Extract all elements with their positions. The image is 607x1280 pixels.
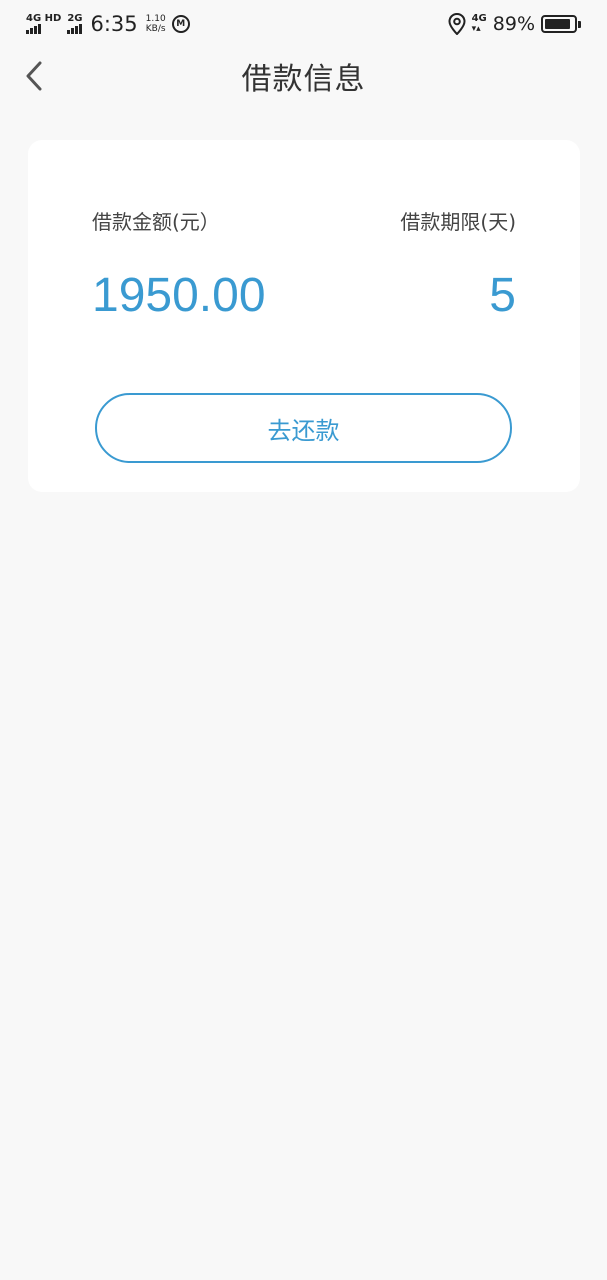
battery-icon — [541, 15, 581, 33]
network-speed: 1.10 KB/s — [146, 14, 166, 34]
page-title: 借款信息 — [241, 62, 366, 97]
speed-unit: KB/s — [145, 24, 166, 34]
loan-amount-label: 借款金额(元） — [92, 210, 220, 234]
location-icon — [448, 13, 466, 35]
nav-bar: 借款信息 — [0, 48, 607, 104]
loan-term-value: 5 — [489, 269, 516, 322]
chevron-left-icon — [26, 61, 42, 91]
signal-4g-icon: 4G HD — [26, 14, 61, 34]
speed-value: 1.10 — [145, 14, 166, 24]
loan-amount-value: 1950.00 — [92, 269, 266, 322]
status-right: 4G ▾▴ 89% — [448, 13, 581, 35]
network-type-1: 4G HD — [26, 13, 62, 24]
network-type-3: 4G — [471, 13, 487, 24]
battery-percent: 89% — [492, 13, 535, 35]
status-bar: 4G HD 2G 6:35 1.10 KB/s M 4G ▾▴ 89% — [0, 0, 607, 48]
app-notification-icon: M — [171, 15, 190, 33]
back-button[interactable] — [14, 56, 54, 96]
repay-button[interactable]: 去还款 — [95, 393, 512, 463]
loan-info-card: 借款金额(元） 借款期限(天) 1950.00 5 去还款 — [28, 140, 580, 492]
network-type-2: 2G — [67, 13, 83, 24]
clock: 6:35 — [90, 12, 138, 36]
status-left: 4G HD 2G 6:35 1.10 KB/s M — [26, 12, 190, 36]
data-4g-icon: 4G ▾▴ — [471, 13, 487, 35]
signal-2g-icon: 2G — [67, 13, 83, 34]
loan-term-label: 借款期限(天) — [400, 210, 516, 234]
